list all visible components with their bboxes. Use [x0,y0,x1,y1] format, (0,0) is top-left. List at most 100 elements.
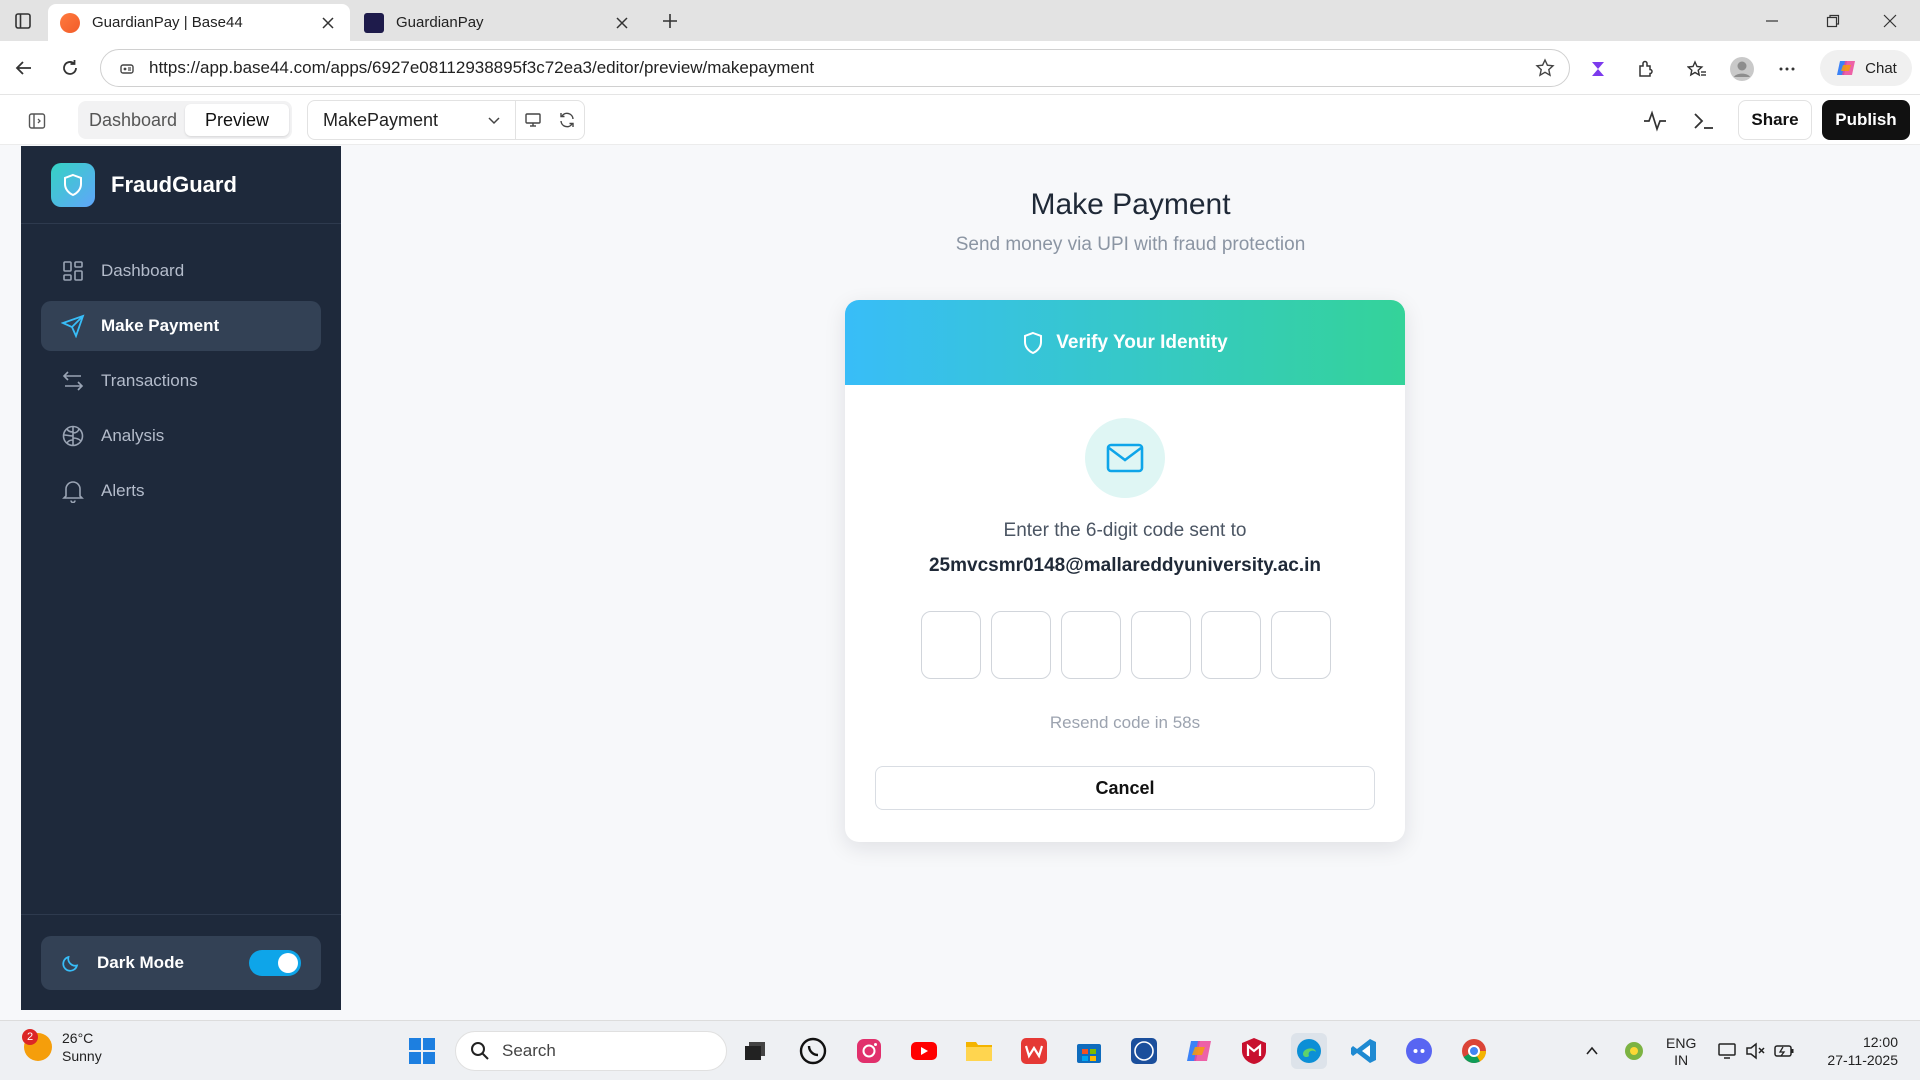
whatsapp-icon[interactable] [795,1033,831,1069]
tab-preview[interactable]: Preview [185,104,289,136]
restore-icon[interactable] [1805,4,1861,38]
tab-title: GuardianPay [396,14,484,31]
resend-countdown: Resend code in 58s [1049,713,1201,732]
verify-identity-card: Verify Your Identity Enter the 6-digit c… [845,300,1405,842]
otp-digit-6[interactable] [1271,611,1331,679]
otp-digit-4[interactable] [1131,611,1191,679]
extension-hourglass-icon[interactable] [1583,54,1613,84]
tab-guardianpay-base44[interactable]: GuardianPay | Base44 [48,4,350,41]
otp-email: 25mvcsmr0148@mallareddyuniversity.ac.in [928,555,1322,576]
activity-icon[interactable] [1641,108,1669,134]
sidebar-item-label: Dashboard [101,261,185,280]
chevron-down-icon[interactable] [472,101,516,139]
file-explorer-icon[interactable] [961,1033,997,1069]
cancel-button[interactable]: Cancel [875,766,1375,810]
edge-icon[interactable] [1291,1033,1327,1069]
weather-widget[interactable]: 2 26°C Sunny [22,1029,102,1065]
shield-logo-icon [51,162,95,207]
copilot-chat-button[interactable]: Chat [1820,50,1912,86]
arrows-icon [61,369,85,393]
sidebar-item-dashboard[interactable]: Dashboard [41,246,321,296]
bell-icon [61,479,85,503]
toggle-panel-icon[interactable] [24,108,50,134]
guardianpay-favicon-icon [364,12,384,33]
send-icon [61,314,85,338]
sidebar-divider [21,914,341,915]
task-view-icon[interactable] [737,1033,773,1069]
new-tab-icon[interactable] [656,8,684,34]
sidebar-item-alerts[interactable]: Alerts [41,466,321,516]
weather-badge: 2 [22,1029,38,1045]
mail-icon-circle [1085,418,1165,498]
page-selector-value: MakePayment [323,109,439,130]
otp-digit-1[interactable] [921,611,981,679]
tab-guardianpay[interactable]: GuardianPay [352,4,644,41]
base44-favicon-icon [60,12,80,33]
search-icon [470,1041,490,1061]
shield-icon [1022,331,1044,355]
otp-digit-5[interactable] [1201,611,1261,679]
instagram-icon[interactable] [851,1033,887,1069]
mcafee-icon[interactable] [1236,1033,1272,1069]
chrome-icon[interactable] [1456,1033,1492,1069]
sidebar-item-label: Make Payment [101,316,220,335]
youtube-icon[interactable] [906,1033,942,1069]
browser-tab-bar: GuardianPay | Base44 GuardianPay [0,0,1920,41]
language-indicator[interactable]: ENG IN [1666,1035,1696,1069]
back-icon[interactable] [8,52,40,84]
favorites-icon[interactable] [1682,54,1712,84]
tab-title: GuardianPay | Base44 [92,14,243,31]
vscode-icon[interactable] [1346,1033,1382,1069]
battery-icon[interactable] [1766,1033,1802,1069]
otp-digit-3[interactable] [1061,611,1121,679]
dark-mode-label: Dark Mode [97,953,184,972]
discord-icon[interactable] [1401,1033,1437,1069]
close-window-icon[interactable] [1862,4,1918,38]
site-info-icon[interactable] [119,60,135,76]
minimize-icon[interactable] [1744,4,1800,38]
tab-dashboard[interactable]: Dashboard [81,104,185,136]
clock-date: 27-11-2025 [1827,1052,1898,1068]
wps-office-icon[interactable] [1016,1033,1052,1069]
otp-input-group [921,611,1331,679]
url-field[interactable]: https://app.base44.com/apps/6927e0811293… [100,49,1570,87]
favorite-star-icon[interactable] [1535,58,1555,78]
taskbar-clock[interactable]: 12:00 27-11-2025 [1808,1033,1898,1069]
language-bottom: IN [1674,1052,1689,1068]
sidebar-item-label: Alerts [101,481,145,500]
weather-temp: 26°C [62,1030,94,1046]
sidebar-item-make-payment[interactable]: Make Payment [41,301,321,351]
microsoft-store-icon[interactable] [1071,1033,1107,1069]
dark-mode-toggle[interactable] [249,950,301,976]
profile-avatar-icon[interactable] [1727,54,1757,84]
sidebar-item-label: Transactions [101,371,198,390]
publish-button[interactable]: Publish [1822,100,1910,140]
weather-desc: Sunny [62,1048,102,1064]
terminal-icon[interactable] [1690,108,1718,134]
dark-mode-row: Dark Mode [41,936,321,990]
chevron-up-icon[interactable] [1574,1033,1610,1069]
sidebar-item-analysis[interactable]: Analysis [41,411,321,461]
close-tab-icon[interactable] [612,13,632,33]
share-button[interactable]: Share [1738,100,1812,140]
view-mode-switch: Dashboard Preview [78,101,292,139]
desktop-view-icon[interactable] [516,101,550,139]
taskbar-search[interactable]: Search [455,1031,727,1071]
more-menu-icon[interactable] [1772,54,1802,84]
clock-time: 12:00 [1862,1034,1898,1050]
windows-start-icon[interactable] [404,1033,440,1069]
address-bar-row: https://app.base44.com/apps/6927e0811293… [0,41,1920,95]
copilot-app-icon[interactable] [1181,1033,1217,1069]
tab-actions-icon[interactable] [10,9,36,33]
sun-icon: 2 [22,1029,52,1061]
page-selector[interactable]: MakePayment [307,100,585,140]
tray-app-icon[interactable] [1616,1033,1652,1069]
extensions-puzzle-icon[interactable] [1631,54,1661,84]
dell-icon[interactable] [1126,1033,1162,1069]
sidebar-item-transactions[interactable]: Transactions [41,356,321,406]
refresh-preview-icon[interactable] [550,101,584,139]
close-tab-icon[interactable] [318,13,338,33]
reload-icon[interactable] [54,52,86,84]
otp-digit-2[interactable] [991,611,1051,679]
main-content: Make Payment Send money via UPI with fra… [341,146,1920,1010]
